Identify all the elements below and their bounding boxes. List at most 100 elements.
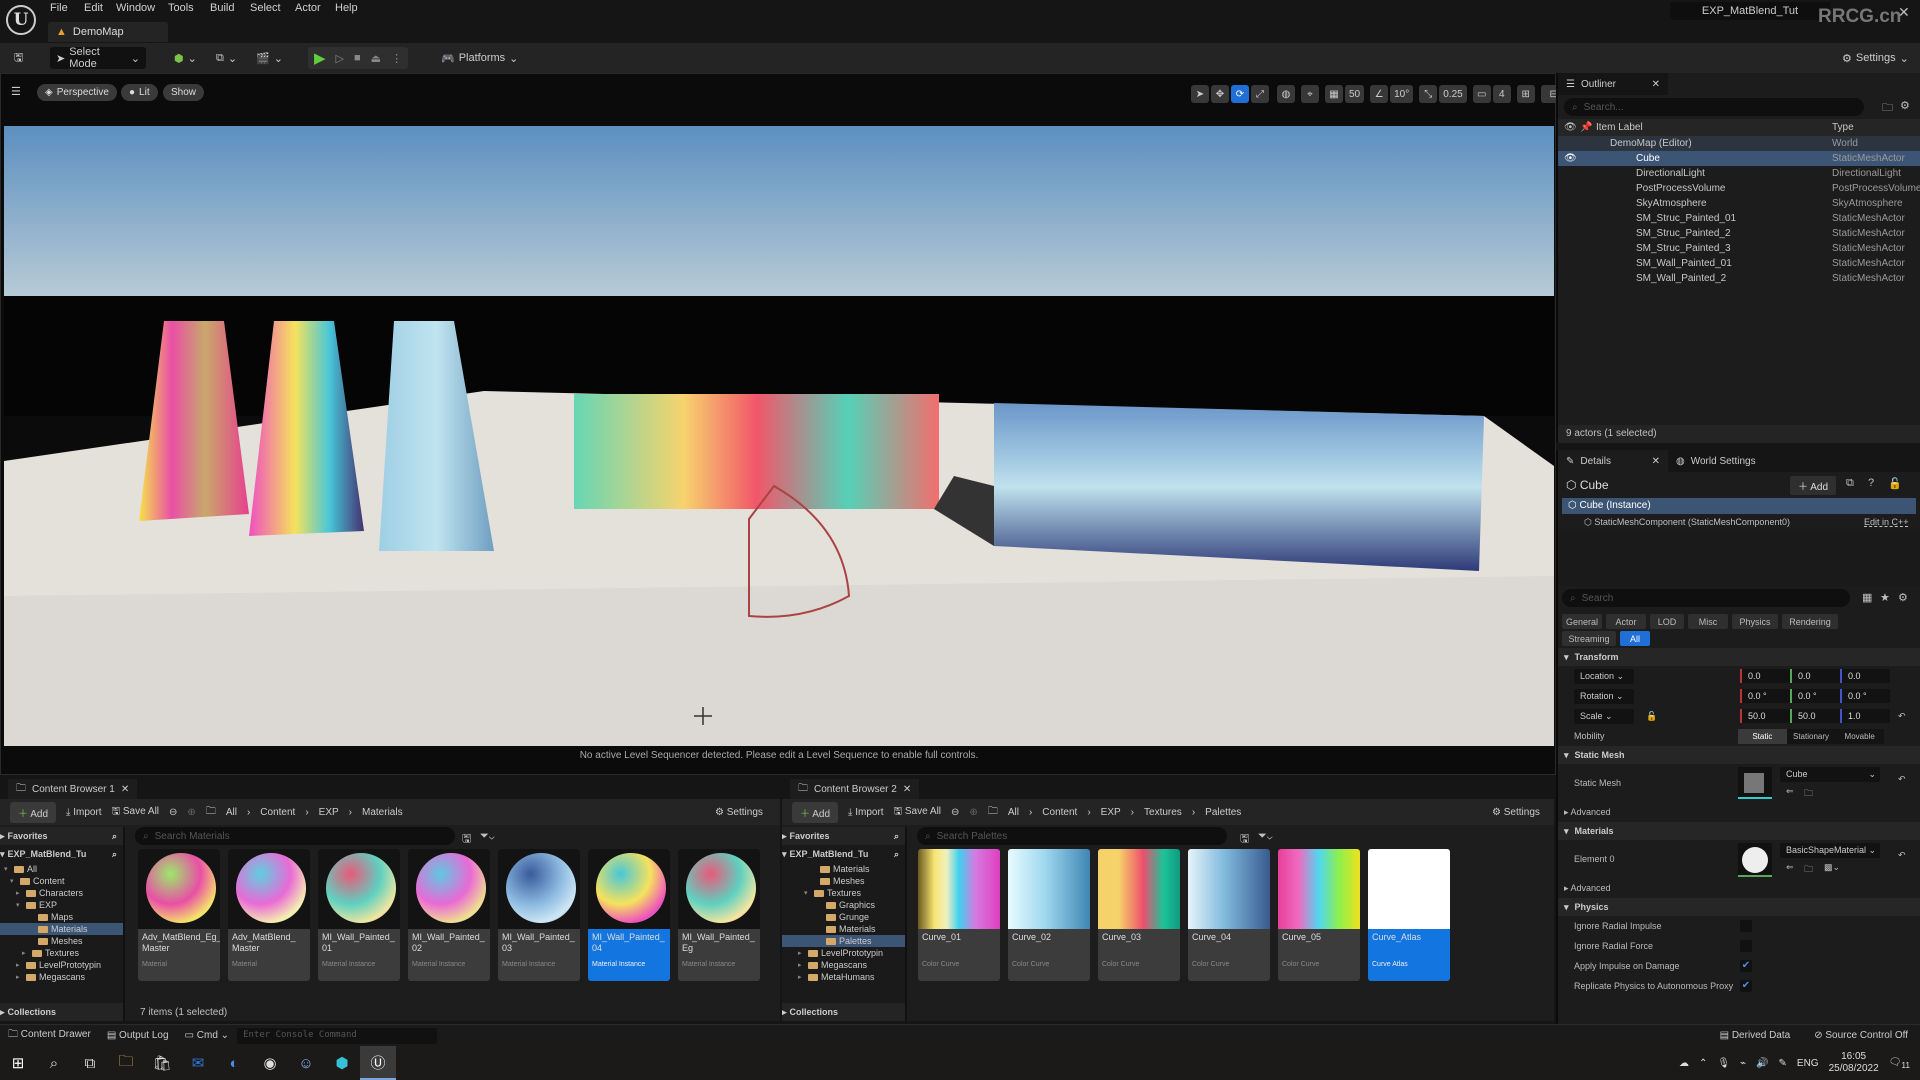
use-selected-icon[interactable]: ⇐ — [1786, 786, 1794, 797]
back-icon[interactable]: ⊖ — [169, 807, 177, 818]
breadcrumb-item[interactable]: EXP — [319, 807, 339, 818]
reset-icon[interactable]: ↶ — [1898, 711, 1906, 722]
more-icon[interactable]: ⋮ — [391, 52, 402, 65]
item-label-header[interactable]: Item Label — [1596, 122, 1643, 133]
back-icon[interactable]: ⊖ — [951, 807, 959, 818]
location-dropdown[interactable]: Location ⌄ — [1574, 668, 1634, 684]
folder-item[interactable]: ▾ EXP — [0, 899, 123, 911]
play-icon[interactable]: ▶ — [314, 49, 326, 67]
checkbox[interactable] — [1740, 920, 1752, 932]
folder-item[interactable]: ▸ Textures — [0, 947, 123, 959]
folder-item[interactable]: ▾ All — [0, 863, 123, 875]
select-tool-icon[interactable]: ➤ — [1191, 85, 1209, 103]
surface-snap-icon[interactable]: ⌖ — [1301, 85, 1319, 103]
asset-tile[interactable]: MI_Wall_Painted_ 02 Material Instance — [408, 849, 490, 981]
app-icon[interactable]: ◐ — [216, 1046, 252, 1080]
blueprint-icon[interactable]: ⧉ — [1846, 477, 1854, 490]
filter-general[interactable]: General — [1562, 614, 1602, 629]
advanced-row[interactable]: ▸ Advanced — [1558, 878, 1920, 898]
camera-speed-value[interactable]: 4 — [1492, 85, 1511, 103]
close-tab-icon[interactable]: ✕ — [1652, 456, 1660, 467]
unreal-taskbar-icon[interactable]: Ⓤ — [360, 1046, 396, 1080]
scale-z[interactable]: 1.0 — [1840, 709, 1890, 723]
reset-icon[interactable]: ↶ — [1898, 774, 1906, 785]
folder-item[interactable]: Palettes — [782, 935, 905, 947]
breadcrumb-item[interactable]: All — [1008, 807, 1019, 818]
settings-dropdown[interactable]: ⚙ Settings ⌄ — [1836, 47, 1915, 69]
save-all-button[interactable]: 🖫 Save All — [894, 804, 941, 821]
filter-actor[interactable]: Actor — [1606, 614, 1646, 629]
location-x[interactable]: 0.0 — [1740, 669, 1790, 683]
source-control-button[interactable]: ⊘ Source Control Off — [1814, 1030, 1908, 1041]
viewport-menu-icon[interactable]: ☰ — [11, 85, 21, 98]
search-icon[interactable]: ⌕ — [36, 1046, 72, 1080]
world-settings-tab[interactable]: ◍ World Settings — [1668, 450, 1764, 472]
filter-all[interactable]: All — [1620, 631, 1650, 646]
outliner-row[interactable]: 👁 Cube StaticMeshActor — [1558, 151, 1920, 166]
star-icon[interactable]: ★ — [1880, 591, 1890, 604]
folder-item[interactable]: Graphics — [782, 899, 905, 911]
import-button[interactable]: ⤓ Import — [848, 807, 884, 818]
folder-item[interactable]: ▸ Megascans — [0, 971, 123, 983]
menu-file[interactable]: File — [50, 2, 68, 16]
favorites-header[interactable]: ▸ Favorites ⌕ — [0, 827, 123, 845]
filter-physics[interactable]: Physics — [1732, 614, 1778, 629]
checkbox[interactable]: ✔ — [1740, 980, 1752, 992]
folder-item[interactable]: Materials — [782, 863, 905, 875]
world-space-icon[interactable]: ◍ — [1277, 85, 1295, 103]
asset-tile[interactable]: Curve_02 Color Curve — [1008, 849, 1090, 981]
settings-button[interactable]: ⚙ Settings — [715, 807, 763, 818]
save-search-icon[interactable]: 🖫 — [1240, 830, 1249, 849]
add-component-button[interactable]: ＋ Add — [1790, 476, 1837, 495]
menu-window[interactable]: Window — [116, 2, 155, 16]
close-tab-icon[interactable]: ✕ — [1652, 79, 1660, 90]
scale-dropdown[interactable]: Scale ⌄ — [1574, 708, 1634, 724]
grid-snap-value[interactable]: 50 — [1345, 85, 1365, 103]
asset-tile[interactable]: MI_Wall_Painted_ 03 Material Instance — [498, 849, 580, 981]
rotation-dropdown[interactable]: Rotation ⌄ — [1574, 688, 1634, 704]
app-icon[interactable]: ◉ — [252, 1046, 288, 1080]
folder-item[interactable]: ▸ LevelPrototypin — [0, 959, 123, 971]
save-search-icon[interactable]: 🖫 — [462, 830, 471, 849]
rotation-snap-value[interactable]: 10° — [1390, 85, 1414, 103]
level-viewport[interactable]: ☰ ◈ Perspective ● Lit Show ➤ ✥ ⟳ ⤢ ◍ ⌖ ▦ 5… — [0, 73, 1567, 775]
save-all-button[interactable]: 🖫 Save All — [112, 804, 159, 821]
static-mesh-section[interactable]: ▾ Static Mesh — [1558, 746, 1920, 764]
asset-tile[interactable]: MI_Wall_Painted_ 01 Material Instance — [318, 849, 400, 981]
menu-actor[interactable]: Actor — [295, 2, 321, 16]
breadcrumb-item[interactable]: Palettes — [1205, 807, 1241, 818]
outliner-row[interactable]: SM_Struc_Painted_3 StaticMeshActor — [1558, 241, 1920, 256]
rotate-tool-icon[interactable]: ⟳ — [1231, 85, 1249, 103]
save-icon[interactable]: 🖫 — [8, 47, 29, 69]
asset-tile[interactable]: Adv_MatBlend_ Master Material — [228, 849, 310, 981]
search-palettes-input[interactable]: ⌕ Search Palettes — [917, 827, 1227, 845]
asset-tile[interactable]: Adv_MatBlend_Eg_ Master Material — [138, 849, 220, 981]
edit-in-cpp-link[interactable]: Edit in C++ — [1864, 517, 1909, 527]
output-log-button[interactable]: ▤ Output Log — [107, 1030, 169, 1041]
outliner-row[interactable]: SM_Struc_Painted_2 StaticMeshActor — [1558, 226, 1920, 241]
scene-render[interactable] — [4, 126, 1554, 746]
collections-header[interactable]: ▸ Collections — [0, 1003, 123, 1021]
store-icon[interactable]: 🛍 — [144, 1046, 180, 1080]
breadcrumb-item[interactable]: Textures — [1144, 807, 1182, 818]
asset-tile[interactable]: Curve_01 Color Curve — [918, 849, 1000, 981]
move-tool-icon[interactable]: ✥ — [1211, 85, 1229, 103]
perspective-button[interactable]: ◈ Perspective — [37, 84, 117, 101]
import-button[interactable]: ⤓ Import — [66, 807, 102, 818]
materials-section[interactable]: ▾ Materials — [1558, 822, 1920, 840]
content-drawer-button[interactable]: 🗀 Content Drawer — [8, 1027, 91, 1044]
location-y[interactable]: 0.0 — [1790, 669, 1840, 683]
folder-item[interactable]: Materials — [782, 923, 905, 935]
scale-lock-icon[interactable]: 🔓 — [1646, 711, 1657, 722]
checker-icon[interactable]: ▩⌄ — [1824, 862, 1840, 873]
type-header[interactable]: Type — [1832, 122, 1854, 133]
chevron-up-icon[interactable]: ⌃ — [1699, 1058, 1707, 1069]
material-thumbnail[interactable] — [1738, 843, 1772, 877]
volume-icon[interactable]: 🔊 — [1756, 1058, 1768, 1069]
folder-item[interactable]: Materials — [0, 923, 123, 935]
network-icon[interactable]: ⌁ — [1740, 1058, 1746, 1069]
static-mesh-thumbnail[interactable] — [1738, 767, 1772, 799]
folder-item[interactable]: Grunge — [782, 911, 905, 923]
folder-item[interactable]: ▸ MetaHumans — [782, 971, 905, 983]
unreal-logo-icon[interactable]: U — [6, 5, 36, 35]
